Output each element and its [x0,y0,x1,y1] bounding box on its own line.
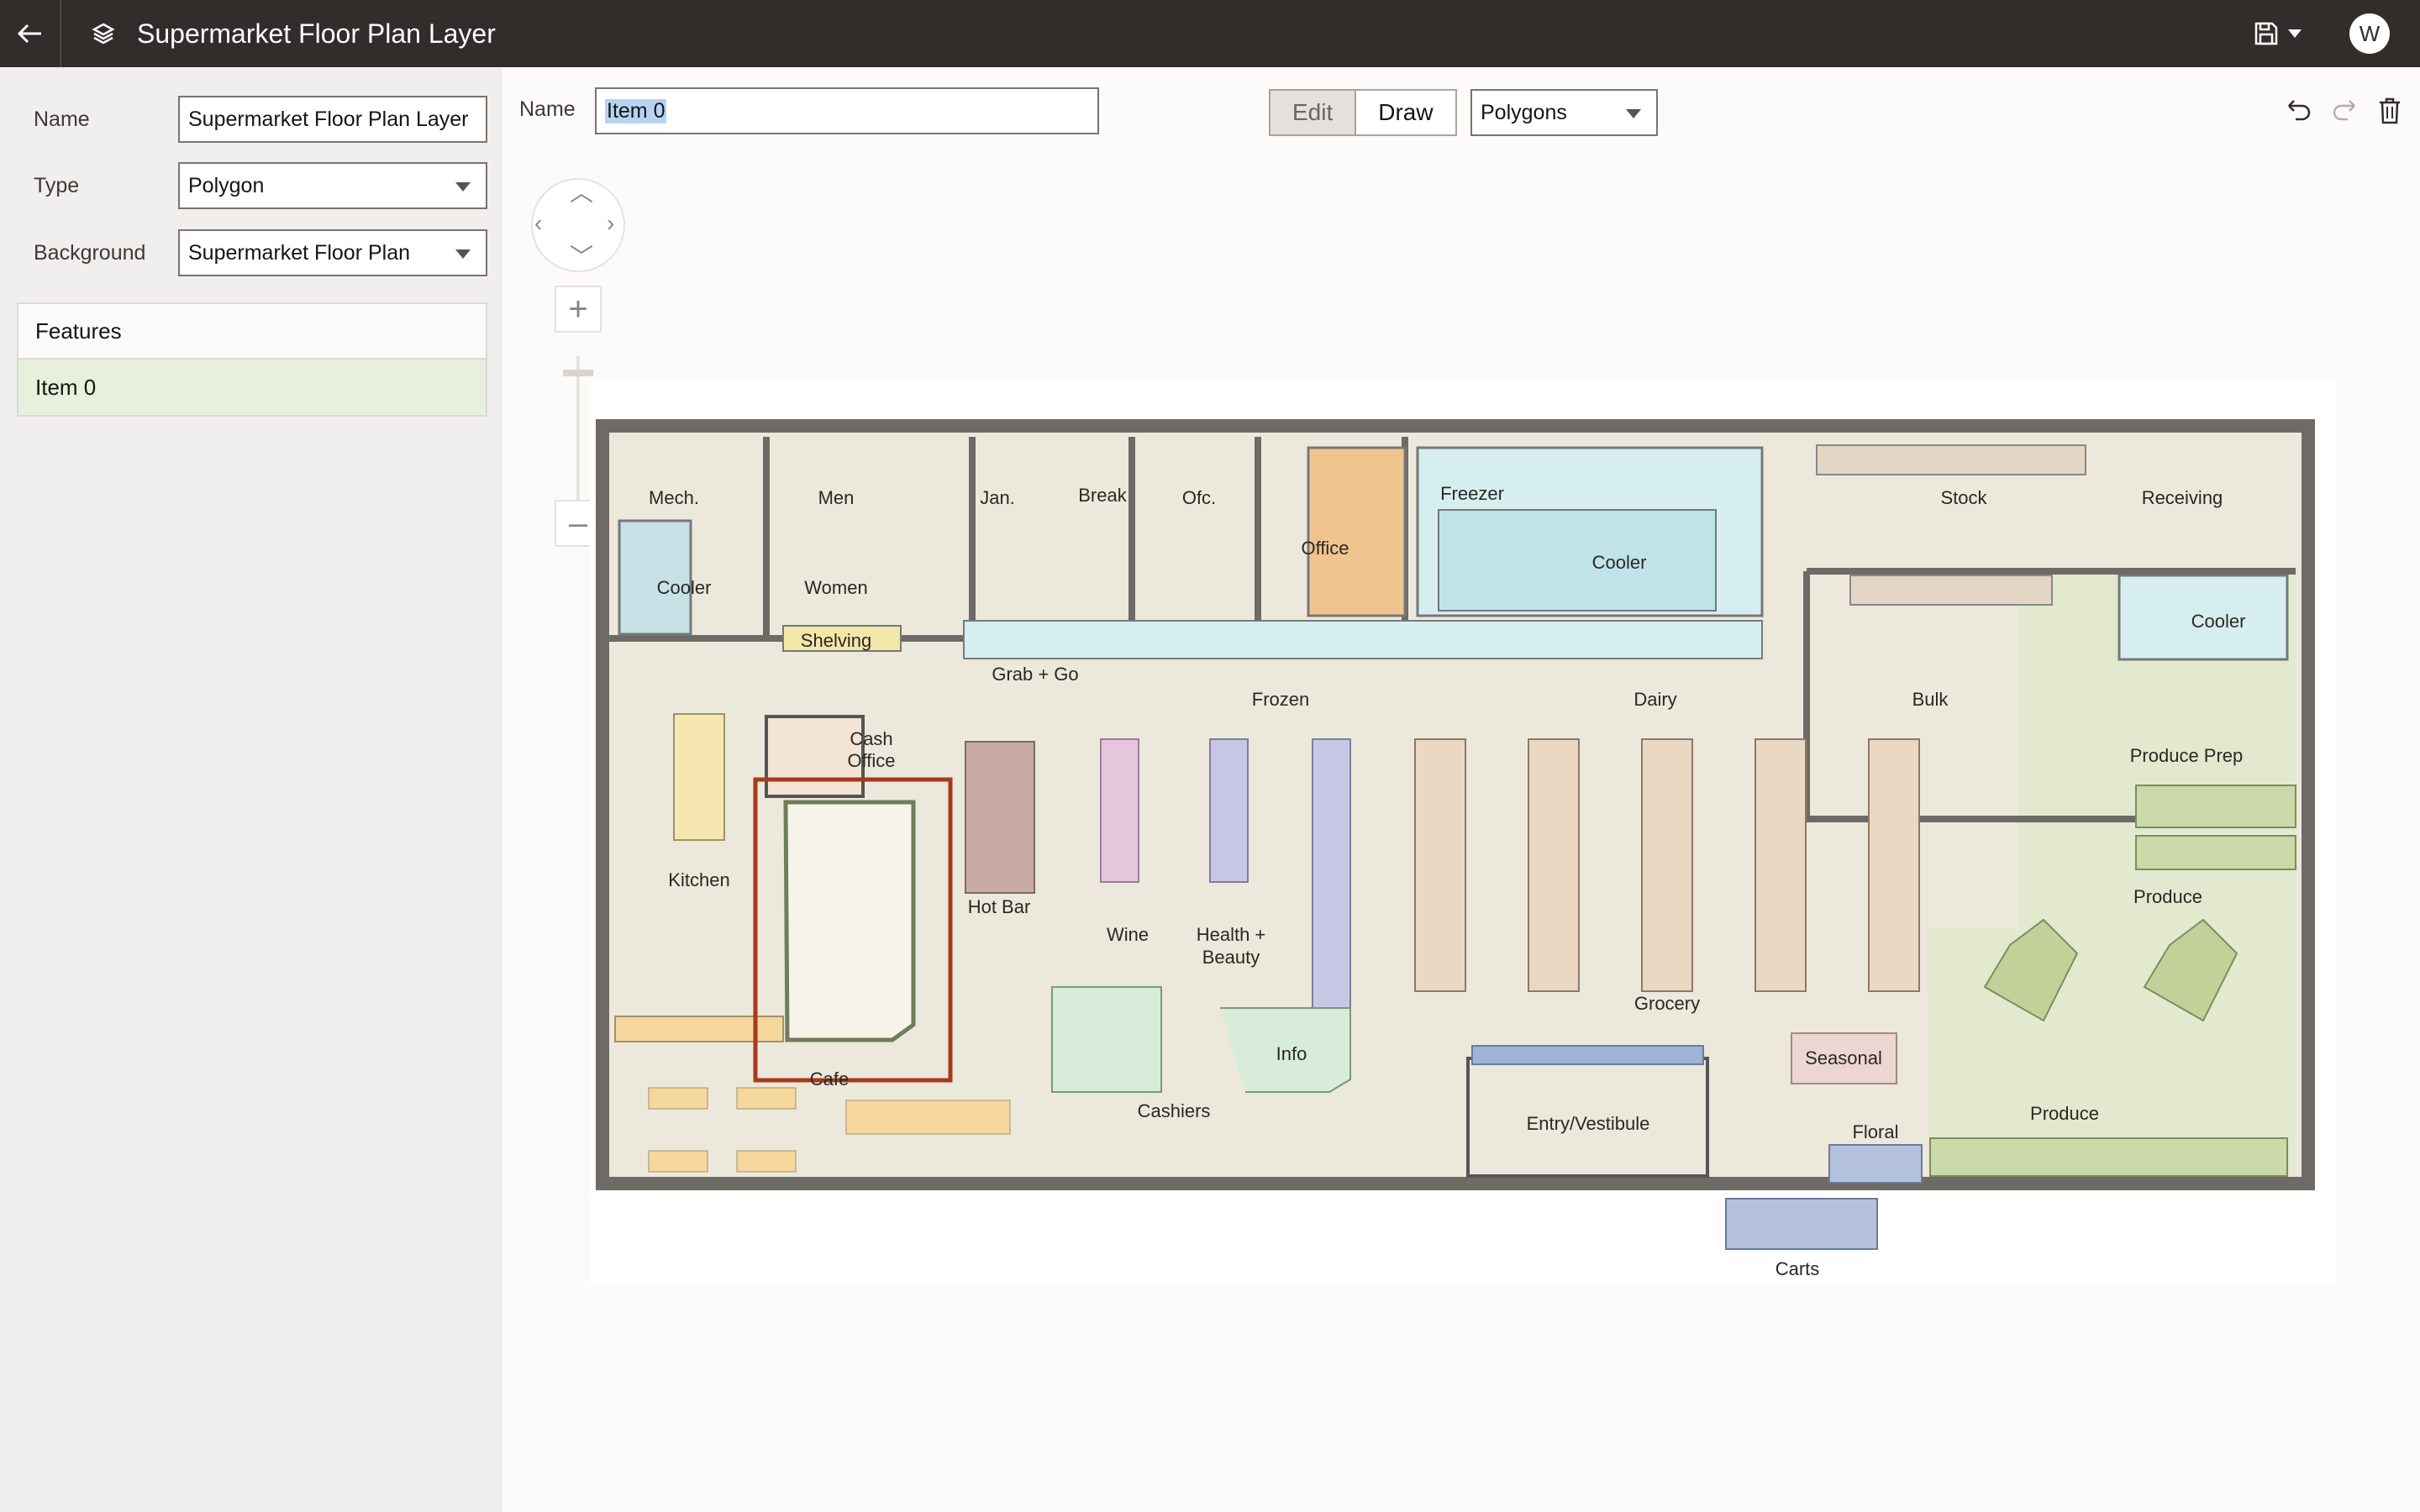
room-label: Bulk [1912,689,1949,710]
features-header: Features [18,304,486,360]
background-select-value: Supermarket Floor Plan [188,240,411,265]
room-label: Beauty [1202,947,1260,968]
chevron-down-icon [455,249,471,259]
room-label: Grab + Go [992,664,1078,685]
room-label: Cooler [1592,552,1647,573]
type-row: Type Polygon [34,162,487,209]
room-label: Dairy [1634,689,1676,710]
plus-icon: + [568,290,588,328]
zoom-slider-thumb[interactable] [563,370,593,376]
room-label: Women [804,577,867,598]
type-label: Type [34,173,80,197]
room-label: Health + [1197,924,1266,945]
room-label: Info [1276,1043,1307,1064]
feature-name-value: Item 0 [605,98,667,123]
name-label: Name [34,107,90,131]
room-label: Men [818,487,855,508]
room-label: Carts [1776,1258,1820,1279]
room-label: Cash [850,728,892,749]
floor-plan-map[interactable]: Mech. Men Jan. Break Ofc. Office Freezer… [590,382,2336,1283]
floor-plan-drawing: Mech. Men Jan. Break Ofc. Office Freezer… [590,382,2336,1283]
room-label: Ofc. [1182,487,1216,508]
room-label: Floral [1852,1121,1898,1142]
room-label: Jan. [980,487,1015,508]
chevron-down-icon [455,182,471,192]
room-label: Produce Prep [2130,745,2244,766]
undo-icon [2288,100,2311,121]
background-label: Background [34,240,146,265]
background-row: Background Supermarket Floor Plan [34,229,487,276]
feature-name-input[interactable]: Item 0 [595,87,1099,134]
zoom-in-button[interactable]: + [555,286,602,333]
room-label: Hot Bar [968,896,1031,917]
pan-control[interactable]: ︿ ﹀ ‹ › [531,178,625,272]
save-icon [2254,22,2278,45]
pan-up-icon[interactable]: ︿ [570,181,593,205]
chevron-down-icon [2288,29,2302,38]
room-label: Grocery [1634,993,1700,1014]
layers-icon [87,17,120,50]
background-select[interactable]: Supermarket Floor Plan [178,229,487,276]
room-label: Mech. [649,487,699,508]
pan-right-icon[interactable]: › [607,212,614,235]
feature-name-label: Name [519,97,576,121]
room-label: Office [1301,538,1349,559]
room-label: Receiving [2142,487,2223,508]
room-label: Wine [1107,924,1149,945]
room-label: Cashiers [1138,1100,1211,1121]
back-button[interactable] [0,0,61,67]
edit-mode-button[interactable]: Edit [1270,91,1357,134]
save-menu-button[interactable] [2254,21,2302,46]
type-select-value: Polygon [188,173,265,197]
name-row: Name Supermarket Floor Plan Layer [34,96,487,143]
redo-button[interactable] [2328,94,2361,128]
room-label: Cooler [657,577,712,598]
features-list: Features Item 0 [17,302,487,417]
room-label: Entry/Vestibule [1527,1113,1650,1134]
undo-button[interactable] [2282,94,2316,128]
layer-name-input[interactable]: Supermarket Floor Plan Layer [178,96,487,143]
room-label: Freezer [1440,483,1504,504]
room-label: Cafe [810,1068,849,1089]
app-title: Supermarket Floor Plan Layer [137,18,496,49]
mode-toggle: Edit Draw [1269,89,1457,136]
room-label: Cooler [2191,611,2246,632]
history-tools [2282,94,2407,128]
room-label: Office [847,750,895,771]
room-label: Frozen [1252,689,1309,710]
type-select[interactable]: Polygon [178,162,487,209]
pan-left-icon[interactable]: ‹ [534,212,542,235]
app-header: Supermarket Floor Plan Layer W [0,0,2420,67]
draw-mode-button[interactable]: Draw [1356,91,1455,134]
draw-type-value: Polygons [1481,100,1567,124]
room-label: Seasonal [1805,1047,1882,1068]
room-label: Stock [1940,487,1987,508]
room-label: Shelving [801,630,871,651]
room-label: Break [1078,485,1127,506]
zoom-slider-track[interactable] [576,356,580,516]
minus-icon: – [568,504,588,542]
room-label: Produce [2030,1103,2099,1124]
room-label: Kitchen [668,869,729,890]
properties-panel: Name Supermarket Floor Plan Layer Type P… [0,67,502,1512]
draw-type-select[interactable]: Polygons [1470,89,1658,136]
redo-icon [2333,100,2355,121]
avatar[interactable]: W [2349,13,2390,54]
arrow-left-icon [17,24,41,44]
trash-icon [2380,97,2400,124]
pan-down-icon[interactable]: ﹀ [570,245,593,269]
chevron-down-icon [1626,109,1641,118]
room-label: Produce [2133,886,2202,907]
feature-item[interactable]: Item 0 [18,360,486,415]
delete-button[interactable] [2373,94,2407,128]
